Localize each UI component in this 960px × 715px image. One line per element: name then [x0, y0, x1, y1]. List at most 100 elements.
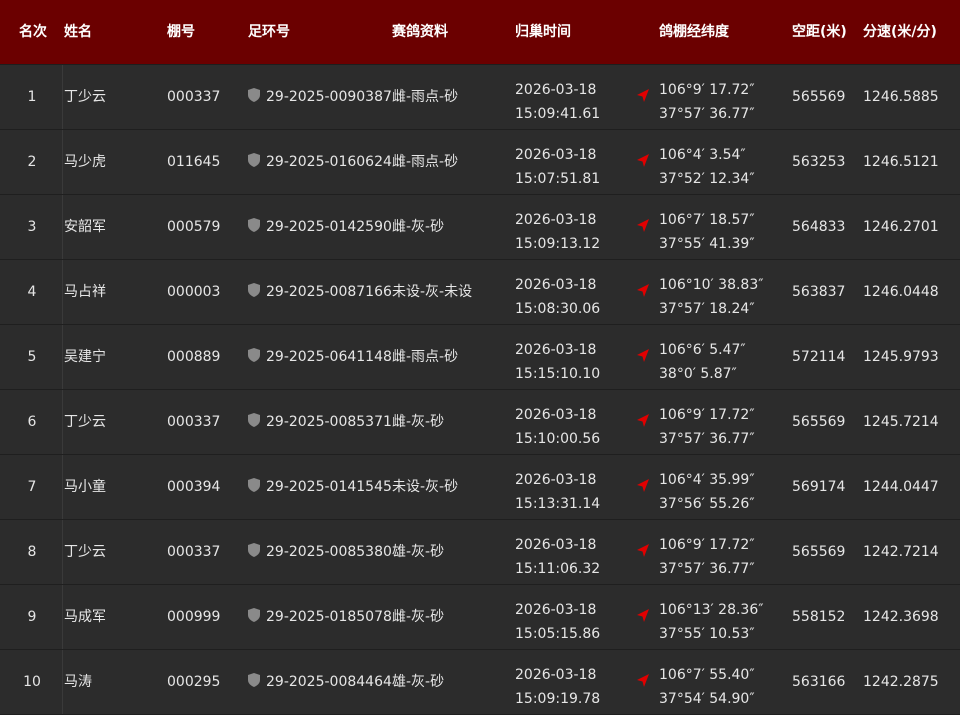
- time-cell: 2026-03-18 15:10:00.56: [515, 403, 600, 451]
- table-row[interactable]: 2 马少虎 011645 29-2025-0160624 雌-雨点-砂 2026…: [0, 130, 960, 195]
- speed-cell: 1246.0448: [863, 284, 939, 300]
- arrival-date: 2026-03-18: [515, 537, 597, 553]
- distance-cell: 564833: [792, 219, 846, 235]
- shield-icon: [248, 218, 260, 232]
- ring-number: 29-2025-0085380: [266, 544, 392, 560]
- table-row[interactable]: 4 马占祥 000003 29-2025-0087166 未设-灰-未设 202…: [0, 260, 960, 325]
- shield-icon: [248, 673, 260, 687]
- shield-icon: [248, 153, 260, 167]
- time-cell: 2026-03-18 15:05:15.86: [515, 598, 600, 646]
- coop-cell: 011645: [167, 154, 221, 170]
- header-speed[interactable]: 分速(米/分): [863, 0, 937, 64]
- name-cell: 马占祥: [64, 284, 106, 300]
- speed-cell: 1246.5885: [863, 89, 939, 105]
- location-arrow-icon[interactable]: [636, 544, 650, 558]
- location-arrow-icon[interactable]: [636, 674, 650, 688]
- info-cell: 未设-灰-未设: [392, 284, 473, 300]
- location-arrow-icon[interactable]: [636, 349, 650, 363]
- ring-cell: 29-2025-0090387: [248, 65, 392, 129]
- header-rank[interactable]: 名次: [19, 0, 47, 64]
- coop-cell: 000579: [167, 219, 221, 235]
- rank-cell: 8: [27, 544, 37, 560]
- info-cell: 雌-雨点-砂: [392, 154, 459, 170]
- longitude: 106°7′ 55.40″: [659, 667, 755, 683]
- header-ring[interactable]: 足环号: [248, 0, 290, 64]
- arrival-date: 2026-03-18: [515, 667, 597, 683]
- arrival-time: 15:11:06.32: [515, 561, 601, 577]
- location-arrow-icon[interactable]: [636, 154, 650, 168]
- table-row[interactable]: 5 吴建宁 000889 29-2025-0641148 雌-雨点-砂 2026…: [0, 325, 960, 390]
- speed-cell: 1246.5121: [863, 154, 939, 170]
- rank-cell: 3: [27, 219, 37, 235]
- coord-cell: 106°6′ 5.47″ 38°0′ 5.87″: [659, 338, 746, 386]
- ring-cell: 29-2025-0160624: [248, 130, 392, 194]
- ring-number: 29-2025-0090387: [266, 89, 392, 105]
- arrival-time: 15:15:10.10: [515, 366, 601, 382]
- coop-cell: 000003: [167, 284, 221, 300]
- distance-cell: 563253: [792, 154, 846, 170]
- shield-icon: [248, 478, 260, 492]
- arrival-time: 15:05:15.86: [515, 626, 601, 642]
- distance-cell: 569174: [792, 479, 846, 495]
- location-arrow-icon[interactable]: [636, 609, 650, 623]
- distance-cell: 563837: [792, 284, 846, 300]
- speed-cell: 1242.7214: [863, 544, 939, 560]
- ring-number: 29-2025-0185078: [266, 609, 392, 625]
- table-row[interactable]: 6 丁少云 000337 29-2025-0085371 雌-灰-砂 2026-…: [0, 390, 960, 455]
- location-arrow-icon[interactable]: [636, 219, 650, 233]
- info-cell: 雄-灰-砂: [392, 674, 445, 690]
- ring-cell: 29-2025-0185078: [248, 585, 392, 649]
- latitude: 37°55′ 41.39″: [659, 236, 755, 252]
- shield-icon: [248, 413, 260, 427]
- ring-cell: 29-2025-0084464: [248, 650, 392, 714]
- time-cell: 2026-03-18 15:09:13.12: [515, 208, 600, 256]
- name-cell: 丁少云: [64, 414, 106, 430]
- ring-number: 29-2025-0142590: [266, 219, 392, 235]
- latitude: 37°52′ 12.34″: [659, 171, 755, 187]
- speed-cell: 1245.7214: [863, 414, 939, 430]
- arrival-time: 15:10:00.56: [515, 431, 601, 447]
- longitude: 106°9′ 17.72″: [659, 537, 755, 553]
- rank-cell: 4: [27, 284, 37, 300]
- header-info[interactable]: 赛鸽资料: [392, 0, 448, 64]
- arrival-time: 15:09:19.78: [515, 691, 601, 707]
- distance-cell: 572114: [792, 349, 846, 365]
- table-row[interactable]: 10 马涛 000295 29-2025-0084464 雄-灰-砂 2026-…: [0, 650, 960, 715]
- header-coop[interactable]: 棚号: [167, 0, 195, 64]
- longitude: 106°4′ 3.54″: [659, 147, 746, 163]
- rank-cell: 2: [27, 154, 37, 170]
- name-cell: 丁少云: [64, 544, 106, 560]
- rank-cell: 1: [27, 89, 37, 105]
- coop-cell: 000999: [167, 609, 221, 625]
- table-row[interactable]: 7 马小童 000394 29-2025-0141545 未设-灰-砂 2026…: [0, 455, 960, 520]
- info-cell: 雌-雨点-砂: [392, 349, 459, 365]
- time-cell: 2026-03-18 15:11:06.32: [515, 533, 600, 581]
- time-cell: 2026-03-18 15:08:30.06: [515, 273, 600, 321]
- location-arrow-icon[interactable]: [636, 284, 650, 298]
- header-name[interactable]: 姓名: [64, 0, 92, 64]
- speed-cell: 1244.0447: [863, 479, 939, 495]
- header-time[interactable]: 归巢时间: [515, 0, 571, 64]
- time-cell: 2026-03-18 15:09:41.61: [515, 78, 600, 126]
- info-cell: 雌-灰-砂: [392, 414, 445, 430]
- latitude: 37°57′ 36.77″: [659, 431, 755, 447]
- ring-cell: 29-2025-0641148: [248, 325, 392, 389]
- coord-cell: 106°7′ 18.57″ 37°55′ 41.39″: [659, 208, 755, 256]
- ring-number: 29-2025-0160624: [266, 154, 392, 170]
- header-dist[interactable]: 空距(米): [792, 0, 847, 64]
- table-row[interactable]: 9 马成军 000999 29-2025-0185078 雌-灰-砂 2026-…: [0, 585, 960, 650]
- longitude: 106°10′ 38.83″: [659, 277, 764, 293]
- ring-number: 29-2025-0141545: [266, 479, 392, 495]
- header-coord[interactable]: 鸽棚经纬度: [659, 0, 729, 64]
- table-row[interactable]: 8 丁少云 000337 29-2025-0085380 雄-灰-砂 2026-…: [0, 520, 960, 585]
- latitude: 38°0′ 5.87″: [659, 366, 737, 382]
- time-cell: 2026-03-18 15:13:31.14: [515, 468, 600, 516]
- latitude: 37°57′ 36.77″: [659, 561, 755, 577]
- location-arrow-icon[interactable]: [636, 414, 650, 428]
- table-row[interactable]: 3 安韶军 000579 29-2025-0142590 雌-灰-砂 2026-…: [0, 195, 960, 260]
- table-row[interactable]: 1 丁少云 000337 29-2025-0090387 雌-雨点-砂 2026…: [0, 65, 960, 130]
- location-arrow-icon[interactable]: [636, 89, 650, 103]
- coord-cell: 106°9′ 17.72″ 37°57′ 36.77″: [659, 403, 755, 451]
- arrival-time: 15:13:31.14: [515, 496, 601, 512]
- location-arrow-icon[interactable]: [636, 479, 650, 493]
